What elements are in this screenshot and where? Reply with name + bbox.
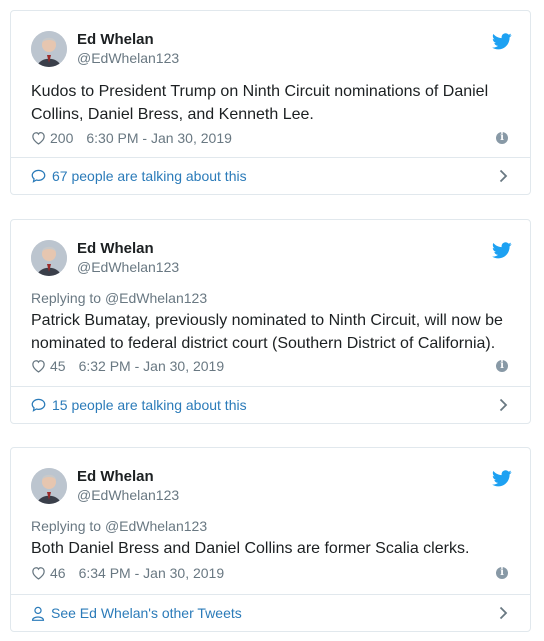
info-icon[interactable]: i [496, 132, 508, 144]
heart-icon[interactable] [31, 131, 46, 145]
tweet-footer[interactable]: 15 people are talking about this [11, 386, 530, 423]
chevron-right-icon[interactable] [499, 169, 508, 183]
speech-bubble-icon [31, 169, 46, 183]
author-name[interactable]: Ed Whelan [77, 467, 377, 486]
conversation-link-label[interactable]: 15 people are talking about this [52, 396, 247, 414]
reply-prefix: Replying to [31, 290, 102, 306]
info-icon[interactable]: i [496, 567, 508, 579]
tweet-footer[interactable]: See Ed Whelan's other Tweets [11, 594, 530, 631]
heart-icon[interactable] [31, 359, 46, 373]
tweet-meta: 46 6:34 PM - Jan 30, 2019 [31, 564, 224, 582]
heart-icon[interactable] [31, 566, 46, 580]
tweet-text: Both Daniel Bress and Daniel Collins are… [31, 540, 470, 557]
author-handle[interactable]: @EdWhelan123 [77, 258, 377, 276]
reply-to-handle[interactable]: @EdWhelan123 [105, 290, 207, 306]
tweet-card[interactable]: Ed Whelan @EdWhelan123 Replying to @EdWh… [10, 447, 531, 632]
timestamp[interactable]: 6:32 PM - Jan 30, 2019 [79, 357, 225, 375]
like-count[interactable]: 45 [50, 357, 66, 375]
conversation-link[interactable]: 67 people are talking about this [31, 167, 247, 185]
twitter-bird-icon[interactable] [492, 33, 512, 50]
author-handle[interactable]: @EdWhelan123 [77, 486, 377, 504]
conversation-link[interactable]: 15 people are talking about this [31, 396, 247, 414]
chevron-right-icon[interactable] [499, 398, 508, 412]
chevron-right-icon[interactable] [499, 606, 508, 620]
author-name[interactable]: Ed Whelan [77, 30, 377, 49]
reply-prefix: Replying to [31, 518, 102, 534]
avatar[interactable] [31, 468, 67, 504]
reply-context: Replying to @EdWhelan123 [31, 289, 207, 307]
tweet-text: Kudos to President Trump on Ninth Circui… [31, 83, 489, 123]
timestamp[interactable]: 6:30 PM - Jan 30, 2019 [86, 129, 232, 147]
avatar[interactable] [31, 240, 67, 276]
like-count[interactable]: 200 [50, 129, 73, 147]
author-name[interactable]: Ed Whelan [77, 239, 377, 258]
speech-bubble-icon [31, 398, 46, 412]
tweet-text: Patrick Bumatay, previously nominated to… [31, 312, 503, 352]
tweet-meta: 45 6:32 PM - Jan 30, 2019 [31, 357, 224, 375]
conversation-link-label[interactable]: 67 people are talking about this [52, 167, 247, 185]
reply-context: Replying to @EdWhelan123 [31, 517, 207, 535]
person-icon [31, 606, 45, 621]
tweet-card[interactable]: Ed Whelan @EdWhelan123 Kudos to Presiden… [10, 10, 531, 195]
twitter-bird-icon[interactable] [492, 470, 512, 487]
reply-to-handle[interactable]: @EdWhelan123 [105, 518, 207, 534]
like-count[interactable]: 46 [50, 564, 66, 582]
profile-link[interactable]: See Ed Whelan's other Tweets [31, 604, 242, 622]
avatar[interactable] [31, 31, 67, 67]
timestamp[interactable]: 6:34 PM - Jan 30, 2019 [79, 564, 225, 582]
tweet-meta: 200 6:30 PM - Jan 30, 2019 [31, 129, 232, 147]
twitter-bird-icon[interactable] [492, 242, 512, 259]
tweet-footer[interactable]: 67 people are talking about this [11, 157, 530, 194]
profile-link-label[interactable]: See Ed Whelan's other Tweets [51, 604, 242, 622]
tweet-card[interactable]: Ed Whelan @EdWhelan123 Replying to @EdWh… [10, 219, 531, 424]
info-icon[interactable]: i [496, 360, 508, 372]
author-handle[interactable]: @EdWhelan123 [77, 49, 377, 67]
